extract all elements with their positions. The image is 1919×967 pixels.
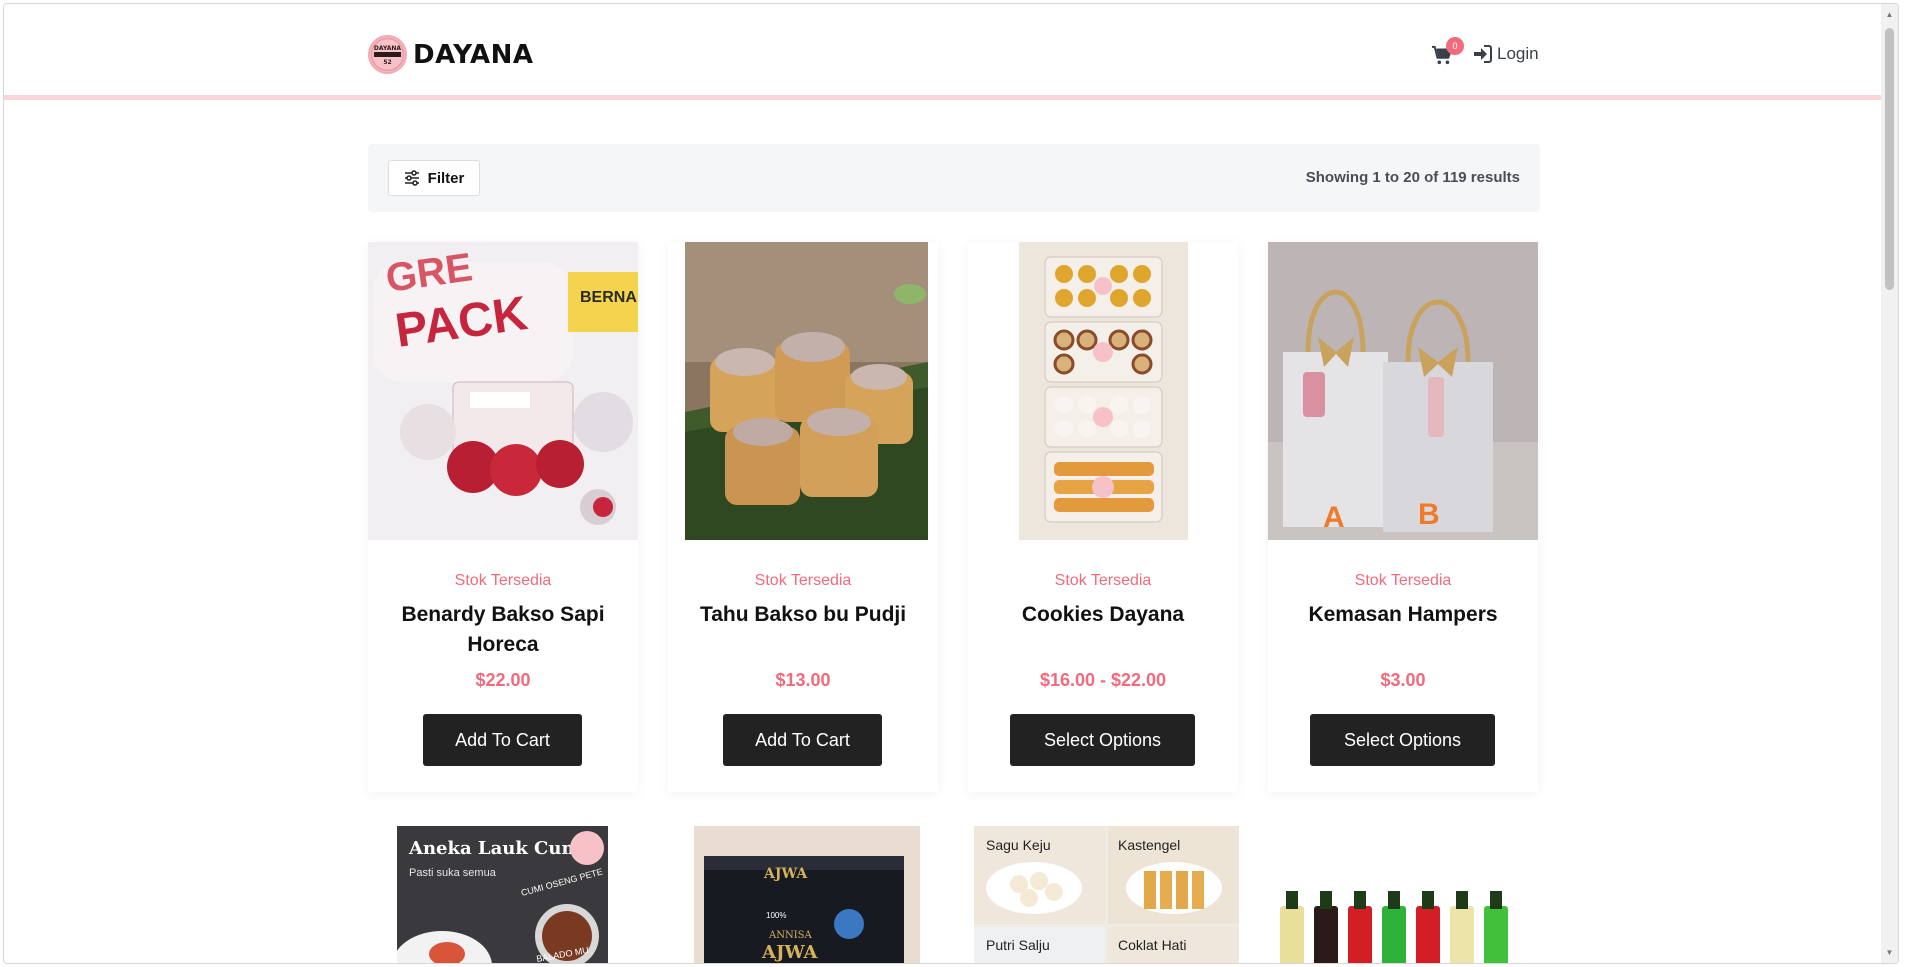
cumi-title: Aneka Lauk Cumi (408, 838, 588, 859)
product-image[interactable] (1019, 242, 1188, 540)
product-title[interactable]: Tahu Bakso bu Pudji (678, 600, 928, 630)
product-image[interactable]: A B (1268, 242, 1538, 540)
product-price: $13.00 (775, 670, 831, 690)
ajwa-sub: ANNISA (768, 930, 813, 941)
site-header: DAYANA 52 DAYANA 0 Login (4, 4, 1898, 100)
shop-toolbar: Filter Showing 1 to 20 of 119 results (368, 144, 1540, 212)
add-to-cart-button[interactable]: Add To Cart (423, 714, 582, 766)
stock-status: Stok Tersedia (1354, 572, 1452, 589)
filter-button[interactable]: Filter (388, 160, 480, 196)
ajwa-badge: 100% (766, 911, 786, 920)
page-scrollbar[interactable]: ▲ ▼ (1881, 4, 1898, 963)
ajwa-brand: AJWA (763, 866, 808, 882)
brand-logo[interactable]: DAYANA 52 DAYANA (368, 35, 534, 74)
scrollbar-thumb[interactable] (1885, 28, 1894, 290)
product-title[interactable]: Cookies Dayana (978, 600, 1228, 630)
cart-count-badge: 0 (1446, 37, 1464, 55)
product-image[interactable]: AJWA ANNISA AJWA 100% (694, 826, 920, 963)
sliders-icon (404, 170, 419, 186)
results-count: Showing 1 to 20 of 119 results (1305, 169, 1520, 186)
cookie-label-3: Putri Salju (986, 937, 1050, 953)
stock-status: Stok Tersedia (1054, 572, 1152, 589)
login-label: Login (1497, 44, 1539, 63)
svg-text:BERNA: BERNA (580, 289, 637, 306)
product-price: $3.00 (1380, 670, 1426, 690)
product-image[interactable] (1268, 826, 1538, 963)
product-image[interactable]: Aneka Lauk Cumi Pasti suka semua CUMI OS… (397, 826, 608, 963)
product-card[interactable]: Stok Tersedia Cookies Dayana $16.00 - $2… (968, 242, 1238, 792)
select-options-button[interactable]: Select Options (1010, 714, 1195, 766)
svg-text:DAYANA: DAYANA (374, 45, 401, 52)
filter-label: Filter (427, 169, 465, 187)
product-card[interactable]: Stok Tersedia Tahu Bakso bu Pudji $13.00… (668, 242, 938, 792)
cookie-label-4: Coklat Hati (1118, 937, 1186, 953)
cart-button[interactable]: 0 (1431, 37, 1464, 67)
product-image[interactable]: Sagu Keju Kastengel Putri Salju Coklat H… (974, 826, 1239, 963)
select-options-button[interactable]: Select Options (1310, 714, 1495, 766)
scroll-down-arrow-icon[interactable]: ▼ (1885, 948, 1894, 957)
cumi-subtitle: Pasti suka semua (409, 867, 497, 879)
product-card[interactable]: PACK GRE BERNA Stok Tersedia Benardy Bak… (368, 242, 638, 792)
stock-status: Stok Tersedia (754, 572, 852, 589)
product-image[interactable] (685, 242, 928, 540)
product-title[interactable]: Kemasan Hampers (1278, 600, 1528, 630)
login-link[interactable]: Login (1473, 44, 1539, 64)
sign-in-icon (1474, 45, 1492, 63)
product-image[interactable]: PACK GRE BERNA (368, 242, 638, 540)
product-price: $22.00 (475, 670, 531, 690)
brand-badge-icon: DAYANA 52 (368, 35, 407, 74)
cookie-label-2: Kastengel (1118, 837, 1180, 853)
add-to-cart-button[interactable]: Add To Cart (723, 714, 882, 766)
brand-name: DAYANA (413, 39, 534, 70)
product-card[interactable]: A B Stok Tersedia Kemasan Hampers $3.00 … (1268, 242, 1538, 792)
svg-text:52: 52 (383, 59, 391, 66)
product-price: $16.00 - $22.00 (1039, 670, 1167, 690)
browser-viewport: DAYANA 52 DAYANA 0 Login Filter Showing … (3, 3, 1899, 964)
stock-status: Stok Tersedia (454, 572, 552, 589)
svg-text:B: B (1418, 498, 1440, 531)
svg-text:A: A (1323, 501, 1345, 534)
product-title[interactable]: Benardy Bakso Sapi Horeca (378, 600, 628, 660)
cookie-label-1: Sagu Keju (986, 837, 1051, 853)
ajwa-brand-2: AJWA (761, 942, 819, 963)
scroll-up-arrow-icon[interactable]: ▲ (1885, 10, 1894, 19)
